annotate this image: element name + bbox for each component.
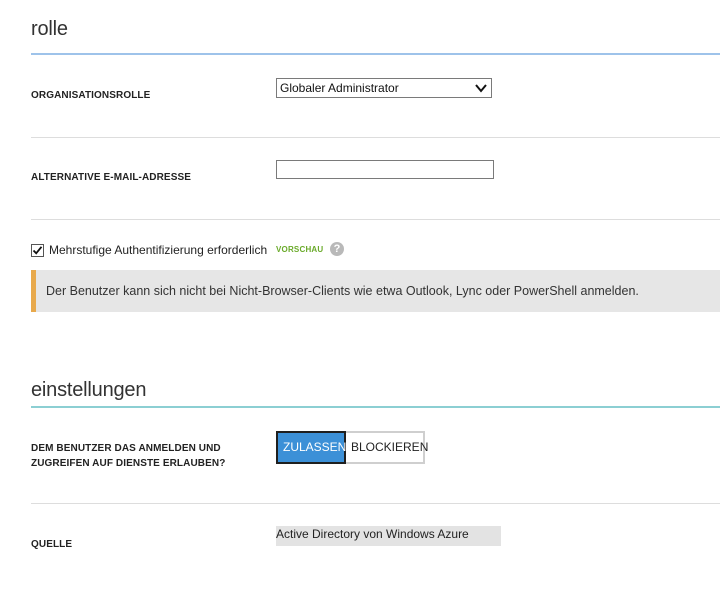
info-banner: Der Benutzer kann sich nicht bei Nicht-B…	[31, 270, 720, 312]
alt-email-input[interactable]	[276, 160, 494, 179]
divider	[31, 503, 720, 504]
user-properties-page: rolle ORGANISATIONSROLLE Globaler Admini…	[0, 0, 720, 589]
mfa-label[interactable]: Mehrstufige Authentifizierung erforderli…	[49, 242, 267, 258]
chevron-down-icon	[475, 84, 487, 93]
alt-email-label: ALTERNATIVE E-MAIL-ADRESSE	[31, 172, 192, 183]
org-role-select[interactable]: Globaler Administrator	[276, 78, 492, 98]
section-title-rolle: rolle	[31, 18, 68, 40]
info-banner-text: Der Benutzer kann sich nicht bei Nicht-B…	[46, 284, 639, 298]
sign-in-label-line2: ZUGREIFEN AUF DIENSTE ERLAUBEN?	[31, 458, 226, 469]
preview-badge: VORSCHAU	[276, 245, 324, 254]
section-rule-rolle	[31, 53, 720, 55]
source-value: Active Directory von Windows Azure	[276, 526, 501, 546]
mfa-checkbox[interactable]	[31, 244, 44, 257]
allow-button[interactable]: ZULASSEN	[276, 431, 346, 464]
org-role-selected-value: Globaler Administrator	[280, 81, 399, 95]
section-title-einstellungen: einstellungen	[31, 379, 147, 401]
help-icon[interactable]: ?	[330, 242, 344, 256]
sign-in-label-line1: DEM BENUTZER DAS ANMELDEN UND	[31, 443, 221, 454]
divider	[31, 219, 720, 220]
divider	[31, 137, 720, 138]
org-role-label: ORGANISATIONSROLLE	[31, 90, 151, 101]
checkmark-icon	[32, 246, 43, 255]
section-rule-einstellungen	[31, 406, 720, 408]
sign-in-toggle: ZULASSEN BLOCKIEREN	[276, 431, 428, 464]
source-label: QUELLE	[31, 539, 73, 550]
block-button[interactable]: BLOCKIEREN	[346, 431, 428, 464]
